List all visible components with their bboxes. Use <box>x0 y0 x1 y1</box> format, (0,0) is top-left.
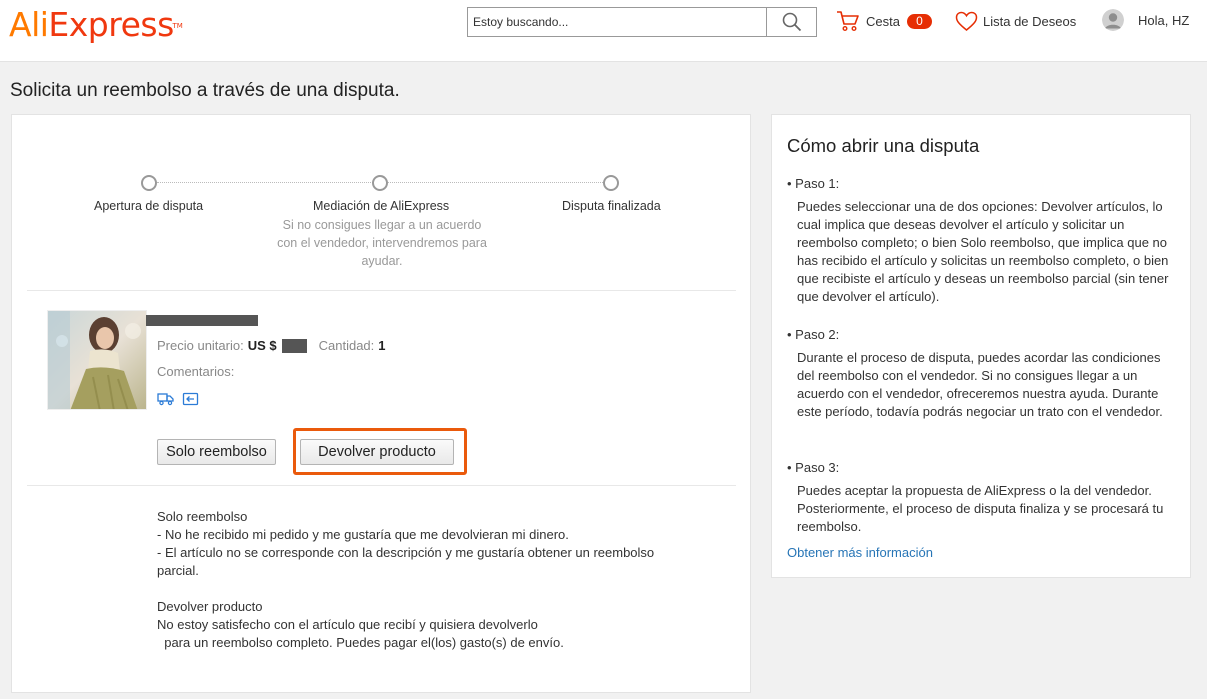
logo-ali: Ali <box>9 5 49 44</box>
return-line: para un reembolso completo. Puedes pagar… <box>157 635 564 650</box>
wishlist-label: Lista de Deseos <box>983 14 1077 29</box>
howto-step-text: Puedes aceptar la propuesta de AliExpres… <box>797 483 1164 534</box>
product-image[interactable] <box>47 310 147 410</box>
howto-step-1: • Paso 1: Puedes seleccionar una de dos … <box>787 175 1177 306</box>
user-greeting: Hola, HZ <box>1138 12 1190 28</box>
return-product-button[interactable]: Devolver producto <box>300 439 454 465</box>
wishlist-link[interactable]: Lista de Deseos <box>955 11 1076 32</box>
return-product-title: Devolver producto <box>157 599 263 614</box>
comments-label: Comentarios: <box>157 364 235 379</box>
unit-price-label: Precio unitario: <box>157 338 244 353</box>
dispute-panel: Apertura de disputa Mediación de AliExpr… <box>11 114 751 693</box>
user-menu[interactable]: Hola, HZ <box>1102 9 1189 31</box>
return-line: No estoy satisfecho con el artículo que … <box>157 617 538 632</box>
search-icon <box>782 12 801 32</box>
cart-icon <box>837 11 859 32</box>
howto-step-text: Puedes seleccionar una de dos opciones: … <box>797 199 1169 304</box>
step-1-dot <box>141 175 157 191</box>
search-bar <box>467 7 817 37</box>
step-2-dot <box>372 175 388 191</box>
step-2-label: Mediación de AliExpress <box>313 199 450 213</box>
howto-step-3: • Paso 3: Puedes aceptar la propuesta de… <box>787 459 1177 536</box>
redacted-price <box>281 338 307 353</box>
howto-title: Cómo abrir una disputa <box>787 135 980 156</box>
howto-step-heading: • Paso 3: <box>787 460 840 475</box>
price-currency: US $ <box>247 338 277 353</box>
dispute-stepper: Apertura de disputa Mediación de AliExpr… <box>12 115 752 290</box>
howto-step-heading: • Paso 2: <box>787 327 840 342</box>
howto-step-heading: • Paso 1: <box>787 176 840 191</box>
refund-line: parcial. <box>157 563 199 578</box>
quantity-value: 1 <box>378 338 386 353</box>
refund-only-title: Solo reembolso <box>157 509 248 524</box>
howto-panel: Cómo abrir una disputa • Paso 1: Puedes … <box>771 114 1191 578</box>
options-explanation: Solo reembolso - No he recibido mi pedid… <box>157 508 654 652</box>
page-title: Solicita un reembolso a través de una di… <box>10 80 400 101</box>
top-header: AliExpressTM Cesta 0 Lista de Deseos <box>0 0 1207 62</box>
cart-label: Cesta <box>866 13 900 29</box>
logo-express: Express <box>48 5 174 44</box>
cart-link[interactable]: Cesta 0 <box>836 10 932 32</box>
redacted-product-name <box>146 315 258 326</box>
step-3-dot <box>603 175 619 191</box>
divider <box>27 485 736 486</box>
refund-line: - El artículo no se corresponde con la d… <box>157 545 655 560</box>
step-3-label: Disputa finalizada <box>562 199 661 213</box>
step-2-description: Si no consigues llegar a un acuerdo con … <box>277 218 487 268</box>
quantity-label: Cantidad: <box>318 338 375 353</box>
shipping-truck-icon[interactable] <box>157 392 174 406</box>
cart-count-badge: 0 <box>906 13 932 29</box>
refund-line: - No he recibido mi pedido y me gustaría… <box>157 527 569 542</box>
logo-trademark: TM <box>172 22 183 30</box>
search-input[interactable] <box>468 8 766 36</box>
search-button[interactable] <box>766 8 816 36</box>
aliexpress-logo[interactable]: AliExpress TM <box>9 5 183 45</box>
user-avatar-icon <box>1102 9 1124 31</box>
heart-icon <box>955 11 978 31</box>
product-service-icons <box>157 392 199 406</box>
price-quantity-row: Precio unitario: US $ Cantidad: 1 <box>157 338 386 353</box>
divider <box>27 290 736 291</box>
more-info-link[interactable]: Obtener más información <box>787 545 933 560</box>
howto-step-2: • Paso 2: Durante el proceso de disputa,… <box>787 326 1177 421</box>
refund-only-button[interactable]: Solo reembolso <box>157 439 276 465</box>
howto-step-text: Durante el proceso de disputa, puedes ac… <box>797 350 1163 419</box>
return-arrow-icon[interactable] <box>182 392 199 406</box>
step-1-label: Apertura de disputa <box>94 199 204 213</box>
